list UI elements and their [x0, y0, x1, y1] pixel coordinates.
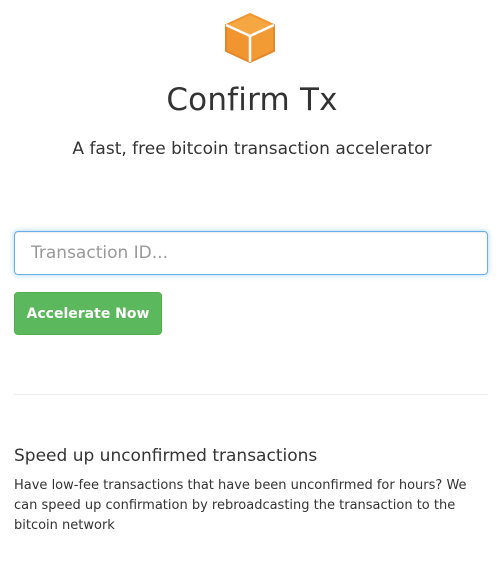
- accelerate-now-button[interactable]: Accelerate Now: [14, 292, 162, 335]
- section-divider: [14, 394, 488, 395]
- transaction-id-input[interactable]: [14, 231, 488, 275]
- info-heading: Speed up unconfirmed transactions: [14, 446, 318, 466]
- page-title: Confirm Tx: [166, 82, 338, 118]
- page-subtitle: A fast, free bitcoin transaction acceler…: [72, 139, 432, 159]
- box-icon: [222, 12, 278, 64]
- info-body: Have low-fee transactions that have been…: [14, 478, 467, 533]
